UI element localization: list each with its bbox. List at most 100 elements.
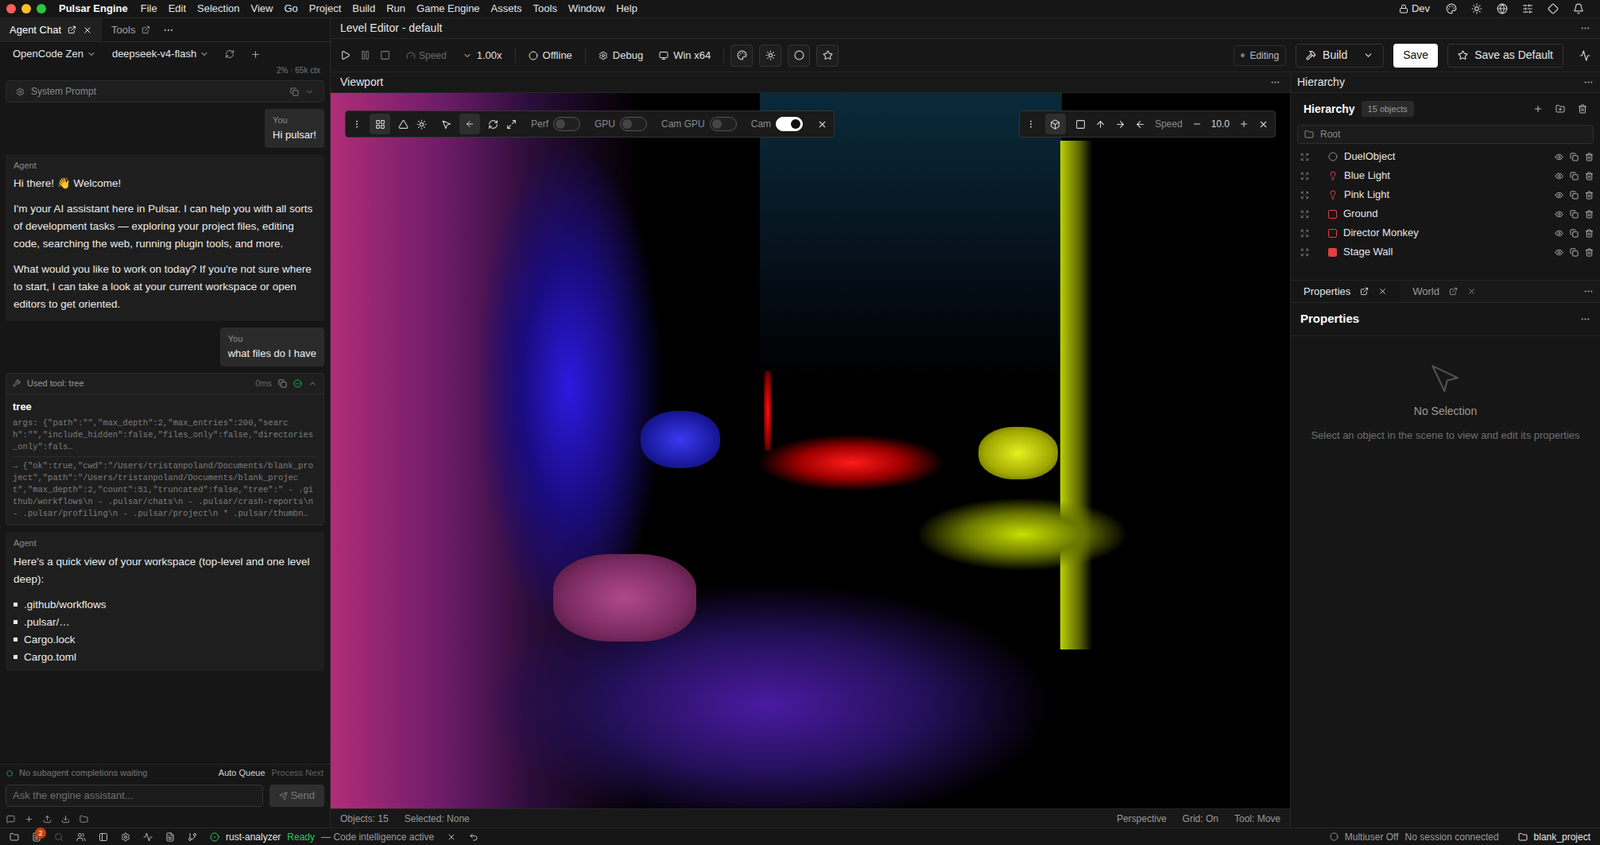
download-icon[interactable]	[61, 814, 70, 824]
speed-select[interactable]: 1.00x	[456, 45, 509, 66]
delete-icon[interactable]	[1584, 247, 1594, 257]
duplicate-icon[interactable]	[1569, 209, 1579, 219]
delete-icon[interactable]	[1584, 228, 1594, 238]
save-default-button[interactable]: Save as Default	[1447, 43, 1564, 68]
popout-icon[interactable]	[67, 25, 77, 35]
undo-icon[interactable]	[468, 832, 479, 842]
menu-item[interactable]: Tools	[533, 0, 558, 17]
menu-item[interactable]: Go	[284, 0, 299, 17]
hierarchy-item[interactable]: DuelObject	[1290, 147, 1600, 167]
chat-input[interactable]: Ask the engine assistant...	[5, 784, 264, 807]
more-icon[interactable]	[1270, 77, 1281, 88]
expand-icon[interactable]	[1300, 171, 1310, 181]
users-icon[interactable]	[76, 832, 86, 842]
plus-icon[interactable]	[1239, 119, 1249, 129]
chevron-up-icon[interactable]	[308, 379, 318, 388]
system-prompt[interactable]: System Prompt	[5, 80, 325, 103]
duplicate-icon[interactable]	[1569, 228, 1579, 238]
panel-tab[interactable]: World	[1399, 280, 1489, 303]
hierarchy-item[interactable]: Pink Light	[1290, 185, 1600, 205]
chat-icon[interactable]	[6, 814, 16, 824]
more-icon[interactable]	[1583, 286, 1594, 297]
close-dot[interactable]	[6, 3, 16, 14]
visibility-icon[interactable]	[1554, 209, 1564, 219]
minus-icon[interactable]	[1192, 119, 1202, 129]
sun-icon[interactable]	[1471, 3, 1483, 15]
left-view-icon[interactable]	[1135, 119, 1146, 130]
move-icon[interactable]	[464, 119, 475, 129]
menu-item[interactable]: Window	[568, 0, 605, 17]
debug-button[interactable]: Debug	[592, 45, 650, 66]
toggle-switch[interactable]	[619, 116, 647, 132]
globe-icon[interactable]	[1496, 3, 1508, 15]
panel-icon[interactable]	[98, 832, 109, 842]
duplicate-icon[interactable]	[1569, 190, 1579, 200]
activity-icon[interactable]	[1579, 50, 1591, 62]
sliders-icon[interactable]	[1522, 3, 1534, 15]
copy-icon[interactable]	[290, 87, 299, 97]
toggle-switch[interactable]	[775, 116, 803, 132]
render-mode-button[interactable]	[816, 44, 839, 67]
toggle-switch[interactable]	[553, 116, 581, 132]
scene-render[interactable]	[330, 92, 1291, 809]
panel-tab[interactable]: Agent Chat	[0, 18, 102, 42]
branch-icon[interactable]	[187, 832, 198, 842]
menu-item[interactable]: File	[140, 0, 158, 17]
close-icon[interactable]	[1378, 286, 1387, 296]
drag-handle-icon[interactable]	[1026, 119, 1036, 129]
new-chat-icon[interactable]	[250, 49, 261, 60]
stop-icon[interactable]	[379, 50, 391, 61]
perspective-icon[interactable]	[1049, 119, 1061, 130]
delete-icon[interactable]	[1584, 190, 1594, 200]
visibility-icon[interactable]	[1554, 190, 1564, 200]
project-name[interactable]: blank_project	[1518, 829, 1591, 845]
popout-icon[interactable]	[1448, 286, 1458, 296]
render-mode-button[interactable]	[730, 44, 753, 67]
overlay-toggle[interactable]: Perf	[530, 116, 581, 132]
tool-call-header[interactable]: Used tool: tree0ms	[6, 373, 324, 395]
lsp-status[interactable]: rust-analyzerReady— Code intelligence ac…	[209, 829, 434, 845]
add-icon[interactable]	[1533, 104, 1543, 114]
close-icon[interactable]	[446, 832, 457, 842]
render-mode-button[interactable]	[787, 44, 810, 67]
save-button[interactable]: Save	[1393, 43, 1438, 68]
popout-icon[interactable]	[1359, 286, 1369, 296]
app-name[interactable]: Pulsar Engine	[58, 0, 128, 17]
profile[interactable]: Dev	[1398, 0, 1430, 17]
delete-icon[interactable]	[1584, 209, 1594, 219]
select-icon[interactable]	[441, 119, 452, 130]
menu-item[interactable]: Build	[352, 0, 376, 17]
more-icon[interactable]	[162, 24, 175, 36]
search-icon[interactable]	[54, 832, 64, 842]
play-icon[interactable]	[340, 50, 351, 61]
close-icon[interactable]	[82, 25, 93, 35]
diamond-icon[interactable]	[1547, 3, 1559, 15]
zoom-dot[interactable]	[36, 3, 47, 14]
overlay-toggle[interactable]: GPU	[594, 116, 647, 132]
expand-icon[interactable]	[1300, 228, 1310, 238]
expand-icon[interactable]	[1300, 247, 1310, 257]
visibility-icon[interactable]	[1554, 152, 1564, 162]
duplicate-icon[interactable]	[1569, 152, 1579, 162]
gear-icon[interactable]	[120, 832, 131, 842]
provider-select[interactable]: OpenCode Zen	[12, 46, 97, 62]
duplicate-icon[interactable]	[1569, 171, 1579, 181]
close-icon[interactable]	[1467, 286, 1477, 296]
hierarchy-item[interactable]: Ground	[1290, 204, 1600, 224]
top-view-icon[interactable]	[1095, 119, 1106, 130]
chevron-down-icon[interactable]	[1363, 50, 1374, 61]
wireframe-icon[interactable]	[398, 119, 409, 130]
more-icon[interactable]	[1583, 77, 1594, 88]
visibility-icon[interactable]	[1554, 247, 1564, 257]
popout-icon[interactable]	[141, 25, 151, 35]
folder-icon[interactable]	[9, 832, 20, 842]
more-icon[interactable]	[1580, 313, 1591, 325]
process-next-button[interactable]: Process Next	[271, 766, 324, 780]
render-mode-button[interactable]	[759, 44, 782, 67]
hierarchy-item[interactable]: Blue Light	[1290, 166, 1600, 186]
scale-icon[interactable]	[506, 119, 517, 130]
lighting-icon[interactable]	[416, 119, 427, 130]
refresh-icon[interactable]	[224, 49, 235, 59]
panel-tab[interactable]: Tools	[101, 18, 160, 42]
plus-icon[interactable]	[24, 814, 34, 824]
